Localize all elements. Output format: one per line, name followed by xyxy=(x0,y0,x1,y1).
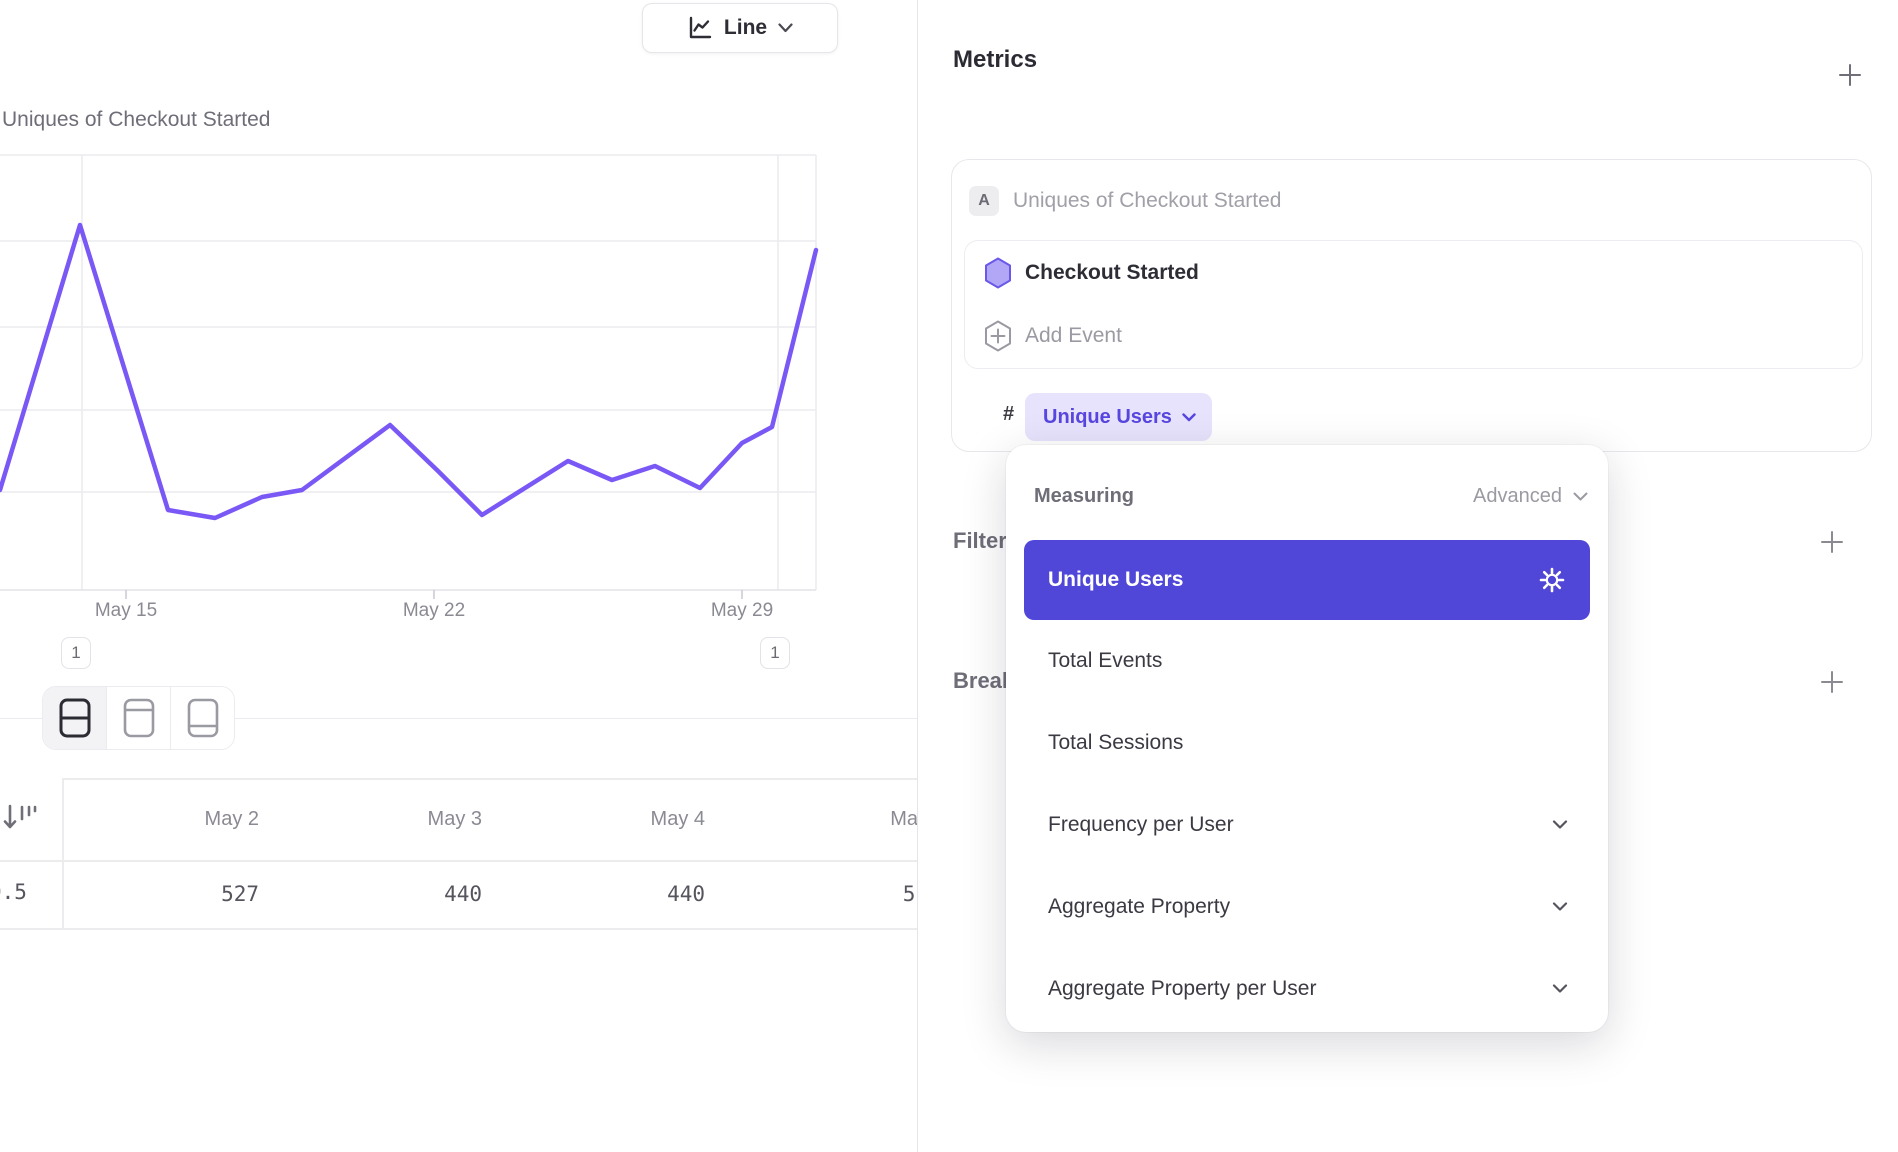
aggregation-chip[interactable]: Unique Users xyxy=(1025,393,1212,441)
measuring-mode-toggle[interactable]: Advanced xyxy=(1473,485,1562,508)
x-axis-tick-label: May 22 xyxy=(374,600,494,622)
x-axis-tick-label: May 15 xyxy=(66,600,186,622)
measuring-dropdown: Measuring Advanced Unique Users xyxy=(1006,445,1608,1032)
dropdown-item-total-sessions[interactable]: Total Sessions xyxy=(1024,715,1590,771)
add-metric-button[interactable] xyxy=(1837,62,1863,88)
table-value-row: 527 440 440 51 xyxy=(62,860,917,928)
toggle-table-only[interactable] xyxy=(170,687,234,749)
dropdown-item-label: Aggregate Property per User xyxy=(1048,977,1316,1001)
bottom-band-view-icon xyxy=(186,697,220,739)
event-hexagon-icon xyxy=(984,257,1012,289)
table-header-cell[interactable]: May 3 xyxy=(285,808,508,831)
chevron-down-icon xyxy=(1552,902,1568,912)
split-view-icon xyxy=(58,697,92,739)
x-axis-tick-label: May 29 xyxy=(682,600,802,622)
table-value-cell: 51 xyxy=(731,882,917,906)
dropdown-item-label: Total Events xyxy=(1048,649,1162,673)
line-chart[interactable] xyxy=(0,150,917,620)
aggregation-prefix: # xyxy=(1003,403,1014,426)
metrics-panel: Metrics A Uniques of Checkout Started Ch… xyxy=(917,0,1898,1152)
chart-title: Uniques of Checkout Started xyxy=(2,108,271,132)
dropdown-item-label: Total Sessions xyxy=(1048,731,1183,755)
event-card: Checkout Started Add Event xyxy=(964,240,1863,369)
table-header-row: May 2 May 3 May 4 May xyxy=(62,778,917,860)
chart-panel: Line Uniques of Checkout Started May 15 … xyxy=(0,0,917,1152)
selected-item-label: Unique Users xyxy=(1048,568,1183,592)
dropdown-item-frequency-per-user[interactable]: Frequency per User xyxy=(1024,797,1590,853)
add-event-hexagon-icon xyxy=(984,320,1012,352)
table-header-cell[interactable]: May 4 xyxy=(508,808,731,831)
add-breakdown-button[interactable] xyxy=(1819,669,1845,695)
chevron-down-icon xyxy=(1552,820,1568,830)
dropdown-item-total-events[interactable]: Total Events xyxy=(1024,633,1590,689)
dropdown-item-aggregate-property[interactable]: Aggregate Property xyxy=(1024,879,1590,935)
table-header-cell[interactable]: May xyxy=(731,808,917,831)
insights-report-page: Line Uniques of Checkout Started May 15 … xyxy=(0,0,1898,1152)
chevron-down-icon xyxy=(778,23,793,33)
metric-badge: A xyxy=(969,186,999,216)
toggle-chart-only[interactable] xyxy=(106,687,170,749)
chevron-down-icon xyxy=(1552,984,1568,994)
add-filter-button[interactable] xyxy=(1819,529,1845,555)
annotation-chip[interactable]: 1 xyxy=(61,637,91,669)
table-value-cell: 440 xyxy=(508,882,731,906)
aggregation-value: Unique Users xyxy=(1043,406,1172,429)
gear-icon[interactable] xyxy=(1538,566,1566,594)
chart-type-label: Line xyxy=(724,16,767,40)
line-chart-icon xyxy=(687,15,713,41)
top-band-view-icon xyxy=(122,697,156,739)
annotation-chip[interactable]: 1 xyxy=(760,637,790,669)
add-event-label: Add Event xyxy=(1025,324,1122,348)
dropdown-item-label: Frequency per User xyxy=(1048,813,1234,837)
table-row-border xyxy=(0,928,917,930)
metrics-panel-title: Metrics xyxy=(953,46,1037,74)
dropdown-item-label: Aggregate Property xyxy=(1048,895,1230,919)
measuring-label: Measuring xyxy=(1034,485,1134,508)
table-summary-value: 0.5 xyxy=(0,880,49,904)
sort-descending-icon[interactable] xyxy=(2,801,38,842)
view-layout-toggle xyxy=(42,686,235,750)
toggle-chart-and-table[interactable] xyxy=(43,687,106,749)
metric-name[interactable]: Uniques of Checkout Started xyxy=(1013,189,1282,213)
metric-card: A Uniques of Checkout Started Checkout S… xyxy=(951,159,1872,452)
table-header-cell[interactable]: May 2 xyxy=(62,808,285,831)
dropdown-item-unique-users-selected[interactable]: Unique Users xyxy=(1024,540,1590,620)
dropdown-item-aggregate-property-per-user[interactable]: Aggregate Property per User xyxy=(1024,961,1590,1017)
add-event-button[interactable]: Add Event xyxy=(965,305,1862,369)
table-value-cell: 527 xyxy=(62,882,285,906)
chevron-down-icon[interactable] xyxy=(1573,492,1588,502)
event-row-checkout-started[interactable]: Checkout Started xyxy=(965,241,1862,305)
table-value-cell: 440 xyxy=(285,882,508,906)
chevron-down-icon xyxy=(1182,413,1196,422)
chart-type-button[interactable]: Line xyxy=(642,3,838,53)
event-name: Checkout Started xyxy=(1025,261,1199,285)
